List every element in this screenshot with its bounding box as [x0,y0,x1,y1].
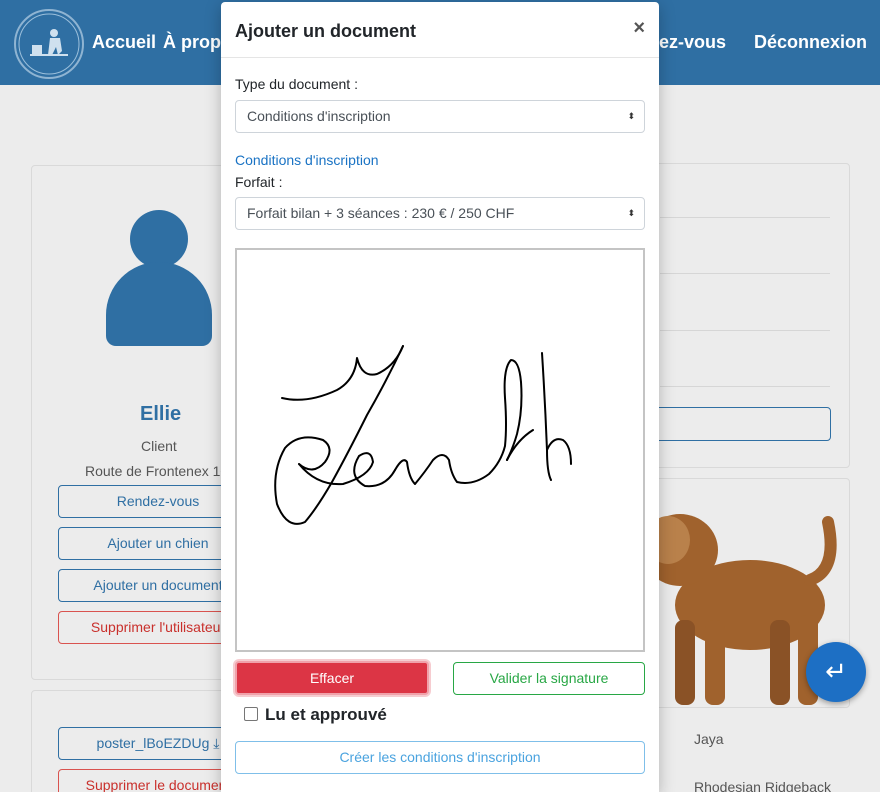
nav-link-rendez-vous[interactable]: ez-vous [659,32,726,53]
clear-signature-button[interactable]: Effacer [235,661,429,695]
read-approved-checkbox[interactable] [244,707,258,721]
modal-header: Ajouter un document × [221,2,659,58]
return-arrow-icon[interactable]: ↵ [806,642,866,702]
dog-icon [642,514,837,705]
nav-link-accueil[interactable]: Accueil [92,32,156,53]
document-type-value: Conditions d'inscription [247,108,391,124]
divider [660,273,830,274]
add-document-modal: Ajouter un document × Type du document :… [221,2,659,792]
validate-signature-button[interactable]: Valider la signature [453,662,645,695]
user-role: Client [141,438,177,454]
modal-title: Ajouter un document [235,21,416,41]
user-address: Route de Frontenex 10 [85,463,229,479]
signature-drawing [274,345,572,525]
divider [660,330,830,331]
dog-name: Jaya [694,731,724,747]
document-type-select[interactable]: Conditions d'inscription ⬍ [235,100,645,133]
select-arrows-icon: ⬍ [627,111,635,121]
close-icon[interactable]: × [633,18,645,38]
signature-canvas[interactable] [235,248,645,652]
select-arrows-icon: ⬍ [627,208,635,218]
dog-breed: Rhodesian Ridgeback [694,779,831,792]
forfait-label: Forfait : [235,174,283,190]
info-input[interactable] [650,407,831,441]
forfait-select[interactable]: Forfait bilan + 3 séances : 230 € / 250 … [235,197,645,230]
divider [660,217,830,218]
download-icon: ⤓ [213,735,220,751]
nav-link-deconnexion[interactable]: Déconnexion [754,32,867,53]
document-type-label: Type du document : [235,76,358,92]
dog-training-logo-icon[interactable] [14,9,84,79]
create-conditions-button[interactable]: Créer les conditions d'inscription [235,741,645,774]
conditions-link[interactable]: Conditions d'inscription [235,152,379,168]
user-name: Ellie [140,403,182,425]
divider [660,386,830,387]
read-approved-label: Lu et approuvé [265,705,387,724]
forfait-value: Forfait bilan + 3 séances : 230 € / 250 … [247,205,515,221]
avatar-icon [130,210,188,268]
document-file-label: poster_lBoEZDUg [96,735,210,751]
